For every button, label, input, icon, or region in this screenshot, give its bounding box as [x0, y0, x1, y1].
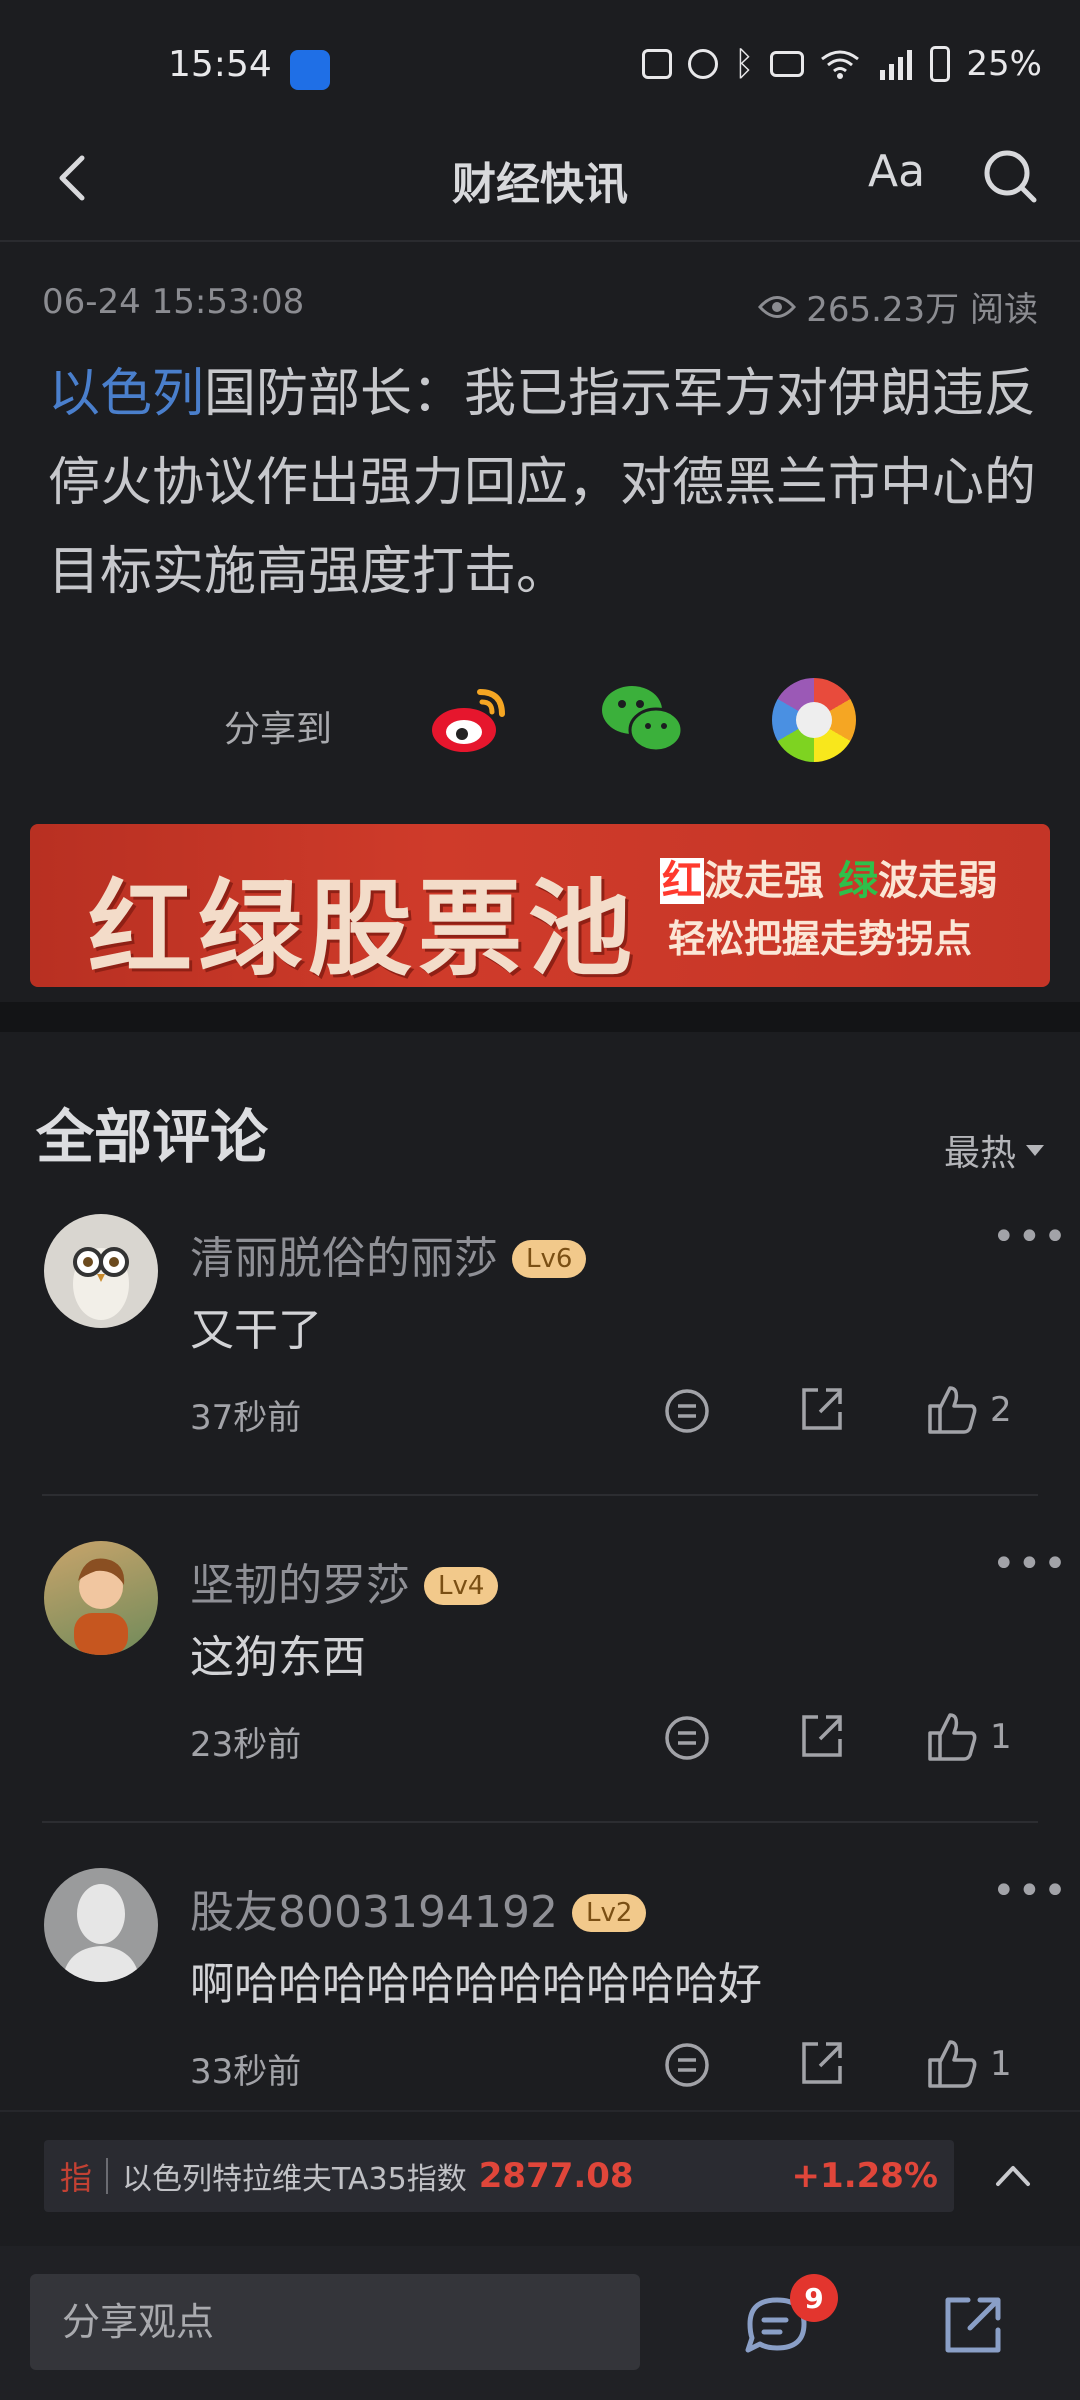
default-avatar-icon	[62, 1884, 140, 1982]
comment-text: 这狗东西	[190, 1632, 366, 1683]
index-ticker[interactable]: 指 以色列特拉维夫TA35指数 2877.08 +1.28%	[44, 2140, 954, 2212]
wifi-icon	[821, 50, 860, 79]
nfc-icon	[642, 49, 673, 79]
more-options-icon[interactable]: •••	[992, 1214, 1069, 1260]
opinion-input[interactable]	[30, 2274, 640, 2370]
reply-icon[interactable]	[662, 1386, 712, 1436]
divider	[0, 240, 1080, 242]
comment-time: 37秒前	[190, 1398, 302, 1438]
like-count: 2	[990, 1390, 1012, 1430]
index-name: 以色列特拉维夫TA35指数	[122, 2162, 467, 2197]
chevron-up-icon[interactable]	[988, 2150, 1038, 2200]
like-count: 1	[990, 1717, 1012, 1757]
hd-icon	[770, 51, 805, 77]
comment-username[interactable]: 坚韧的罗莎 Lv4	[190, 1549, 499, 1613]
battery-icon	[930, 46, 951, 82]
section-divider	[0, 1002, 1080, 1032]
index-change: +1.28%	[791, 2156, 938, 2196]
divider	[42, 1821, 1038, 1823]
like-icon[interactable]	[926, 1384, 978, 1436]
index-value: 2877.08	[478, 2156, 634, 2196]
avatar[interactable]	[44, 1541, 158, 1655]
security-app-icon	[290, 50, 330, 90]
level-badge: Lv2	[571, 1894, 647, 1932]
comments-title: 全部评论	[36, 1103, 269, 1171]
reply-icon[interactable]	[662, 2040, 712, 2090]
banner-slogan-2: 轻松把握走势拐点	[668, 917, 973, 961]
divider	[106, 2158, 109, 2194]
comment-time: 33秒前	[190, 2052, 302, 2092]
level-badge: Lv6	[512, 1240, 587, 1278]
index-tag: 指	[60, 2159, 93, 2197]
comment-text: 啊哈哈哈哈哈哈哈哈哈哈哈好	[190, 1959, 762, 2010]
sort-label: 最热	[943, 1133, 1016, 1174]
status-time: 15:54	[168, 44, 272, 85]
reply-icon[interactable]	[662, 1713, 712, 1763]
avatar[interactable]	[44, 1868, 158, 1982]
view-count-text: 265.23万 阅读	[806, 290, 1038, 330]
share-icon[interactable]	[796, 2038, 846, 2088]
comment-item: 清丽脱俗的丽莎 Lv6 ••• 又干了 37秒前 2	[0, 1214, 1080, 1541]
comment-time: 23秒前	[190, 1725, 302, 1765]
view-count: 265.23万 阅读	[758, 282, 1038, 331]
comment-username[interactable]: 股友8003194192 Lv2	[190, 1876, 647, 1940]
share-label: 分享到	[224, 709, 333, 750]
search-icon[interactable]	[980, 146, 1040, 206]
promo-banner[interactable]: 红绿股票池 红波走强 绿波走弱 轻松把握走势拐点	[30, 824, 1050, 987]
alarm-icon	[688, 49, 719, 79]
comment-item: 坚韧的罗莎 Lv4 ••• 这狗东西 23秒前 1	[0, 1541, 1080, 1868]
like-icon[interactable]	[926, 1711, 978, 1763]
avatar[interactable]	[44, 1214, 158, 1328]
back-icon[interactable]	[44, 148, 104, 208]
comment-username[interactable]: 清丽脱俗的丽莎 Lv6	[190, 1222, 587, 1286]
like-count: 1	[990, 2044, 1012, 2084]
bluetooth-icon: ᛒ	[734, 44, 755, 84]
stock-tag-link[interactable]: 以色列	[48, 364, 204, 424]
more-options-icon[interactable]: •••	[992, 1541, 1069, 1587]
font-size-button[interactable]: Aa	[868, 146, 925, 197]
level-badge: Lv4	[424, 1567, 499, 1605]
comment-count-badge: 9	[790, 2274, 838, 2322]
divider	[42, 1494, 1038, 1496]
more-options-icon[interactable]: •••	[992, 1868, 1069, 1914]
sort-dropdown[interactable]: 最热	[944, 1124, 1044, 1176]
status-bar: 15:54 ᛒ 25%	[0, 0, 1080, 130]
banner-title: 红绿股票池	[88, 867, 639, 987]
share-icon[interactable]	[796, 1384, 846, 1434]
banner-slogan-1: 红波走强 绿波走弱	[660, 858, 998, 904]
weibo-icon[interactable]	[428, 678, 512, 762]
signal-icon	[880, 50, 913, 80]
share-icon[interactable]	[796, 1711, 846, 1761]
caret-down-icon	[1026, 1144, 1044, 1156]
like-icon[interactable]	[926, 2038, 978, 2090]
comment-text: 又干了	[190, 1305, 322, 1356]
eye-icon	[758, 295, 797, 318]
article-datetime: 06-24 15:53:08	[42, 282, 305, 322]
battery-level: 25%	[966, 44, 1042, 84]
article-body: 以色列国防部长：我已指示军方对伊朗违反停火协议作出强力回应，对德黑兰市中心的目标…	[48, 350, 1038, 617]
wechat-icon[interactable]	[600, 680, 684, 760]
boy-avatar-icon	[74, 1558, 128, 1655]
share-icon[interactable]	[940, 2292, 1006, 2358]
owl-avatar-icon	[73, 1247, 129, 1320]
status-indicators: ᛒ 25%	[642, 44, 1042, 84]
moments-icon[interactable]	[772, 678, 856, 762]
